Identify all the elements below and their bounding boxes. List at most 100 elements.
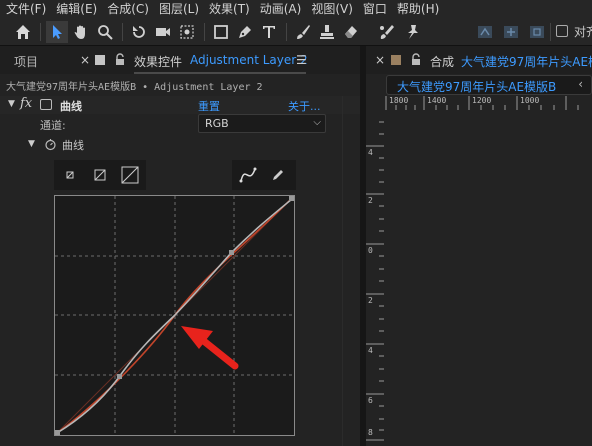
ruler-label: 6 [368, 396, 373, 405]
snapping-checkbox[interactable] [556, 25, 568, 37]
close-tab-icon[interactable]: × [80, 53, 90, 67]
menu-composition[interactable]: 合成(C) [101, 0, 153, 18]
pen-tool-icon[interactable] [234, 21, 256, 43]
curve-graph-size-tools [54, 160, 146, 190]
active-tab-indicator [134, 72, 306, 74]
curve-point[interactable] [289, 196, 294, 201]
rotate-tool-icon[interactable] [128, 21, 150, 43]
right-panel-tab-bar: × 合成 大气建党97周年片头AE模版B [366, 46, 592, 74]
breadcrumb: 大气建党97周年片头AE模版B • Adjustment Layer 2 [6, 82, 263, 93]
ruler-label: 2 [368, 196, 373, 205]
curve-point[interactable] [55, 430, 60, 435]
menu-file[interactable]: 文件(F) [0, 0, 50, 18]
text-tool-icon[interactable] [258, 21, 280, 43]
toolbar-separator [40, 23, 41, 41]
ruler-label: 2 [368, 296, 373, 305]
chevron-down-icon: ⌵ [313, 117, 321, 128]
channel-label: 通道: [40, 119, 66, 132]
curves-property-label: 曲线 [62, 139, 84, 152]
toolbar-separator [204, 23, 205, 41]
channel-value: RGB [205, 117, 229, 130]
menu-window[interactable]: 窗口 [357, 0, 391, 18]
small-graph-icon[interactable] [60, 165, 80, 185]
ruler-label: 1000 [520, 96, 540, 105]
composition-subtab-name: 大气建党97周年片头AE模版B [397, 80, 557, 94]
channel-dropdown[interactable]: RGB ⌵ [198, 114, 326, 133]
chevron-down-icon[interactable]: ▼ [8, 99, 15, 109]
bezier-curve-tool-icon[interactable] [238, 165, 258, 185]
toolbar: 对齐 [0, 18, 592, 46]
home-icon[interactable] [12, 21, 34, 43]
composition-panel: × 合成 大气建党97周年片头AE模版B 大气建党97周年片头AE模版B ‹ 1… [366, 46, 592, 446]
composition-color-icon [391, 55, 401, 65]
effect-name: 曲线 [60, 100, 82, 113]
roto-brush-tool-icon[interactable] [376, 21, 398, 43]
tab-effect-controls[interactable]: 效果控件 [134, 53, 182, 70]
menu-edit[interactable]: 编辑(E) [50, 0, 101, 18]
panel-color-icon [95, 55, 105, 65]
horizontal-ruler[interactable]: 1800 1400 1200 1000 [384, 96, 592, 110]
rectangle-tool-icon[interactable] [210, 21, 232, 43]
puppet-pin-tool-icon[interactable] [402, 21, 424, 43]
curve-point[interactable] [117, 374, 122, 379]
menu-effect[interactable]: 效果(T) [203, 0, 254, 18]
medium-graph-icon[interactable] [90, 165, 110, 185]
stopwatch-icon[interactable] [44, 137, 57, 151]
ruler-label: 8 [368, 428, 373, 437]
effect-header-row: ▼ fx 曲线 重置 关于... [0, 96, 360, 114]
ruler-label: 4 [368, 346, 373, 355]
ruler-label: 4 [368, 148, 373, 157]
menu-animation[interactable]: 动画(A) [254, 0, 306, 18]
left-panel-tab-bar: 项目 × 效果控件 Adjustment Layer 2 ☰ [0, 46, 360, 74]
brush-tool-icon[interactable] [292, 21, 314, 43]
menu-layer[interactable]: 图层(L) [153, 0, 203, 18]
curves-graph[interactable] [54, 195, 295, 436]
camera-tool-icon[interactable] [152, 21, 174, 43]
close-tab-icon[interactable]: × [375, 53, 385, 67]
pencil-tool-icon[interactable] [268, 165, 288, 185]
panel-menu-icon[interactable]: ☰ [296, 53, 307, 67]
curve-draw-tools [232, 160, 296, 190]
large-graph-icon[interactable] [120, 165, 140, 185]
toolbar-separator [122, 23, 123, 41]
chevron-left-icon[interactable]: ‹ [578, 77, 583, 91]
ruler-label: 1800 [389, 96, 409, 105]
selection-tool-icon[interactable] [46, 21, 68, 43]
vertical-ruler[interactable]: 4 2 0 2 4 6 8 [366, 110, 384, 446]
tab-composition-label[interactable]: 合成 [430, 53, 454, 70]
about-link[interactable]: 关于... [288, 98, 321, 114]
scrollbar-track[interactable] [342, 96, 343, 446]
effect-controls-panel: 项目 × 效果控件 Adjustment Layer 2 ☰ 大气建党97周年片… [0, 46, 360, 446]
composition-subtab[interactable]: 大气建党97周年片头AE模版B ‹ [386, 75, 592, 95]
ruler-label: 0 [368, 246, 373, 255]
lock-icon[interactable] [410, 53, 422, 66]
clone-stamp-tool-icon[interactable] [316, 21, 338, 43]
ruler-label: 1200 [472, 96, 492, 105]
curve-point[interactable] [229, 250, 234, 255]
reset-link[interactable]: 重置 [198, 98, 220, 114]
composition-viewer[interactable] [384, 110, 592, 446]
fx-toggle-icon[interactable]: fx [20, 96, 32, 111]
tab-project[interactable]: 项目 [14, 53, 38, 70]
red-arrow-annotation [181, 326, 239, 370]
tab-composition-name[interactable]: 大气建党97周年片头AE模版B [461, 53, 592, 70]
ruler-label: 1400 [427, 96, 447, 105]
tab-layer-name[interactable]: Adjustment Layer 2 [190, 53, 308, 67]
toolbar-separator [550, 23, 551, 41]
snapping-label: 对齐 [574, 25, 592, 39]
menu-view[interactable]: 视图(V) [305, 0, 357, 18]
effect-type-icon [40, 99, 52, 110]
pan-behind-tool-icon[interactable] [176, 21, 198, 43]
lock-icon[interactable] [114, 53, 126, 66]
menu-bar: 文件(F) 编辑(E) 合成(C) 图层(L) 效果(T) 动画(A) 视图(V… [0, 0, 592, 18]
toolbar-separator [286, 23, 287, 41]
eraser-tool-icon[interactable] [340, 21, 362, 43]
zoom-tool-icon[interactable] [94, 21, 116, 43]
curves-graph-canvas [55, 196, 294, 435]
world-axis-mode-icon[interactable] [500, 21, 522, 43]
hand-tool-icon[interactable] [70, 21, 92, 43]
menu-help[interactable]: 帮助(H) [391, 0, 443, 18]
chevron-down-icon[interactable]: ▼ [28, 139, 35, 149]
view-axis-mode-icon[interactable] [526, 21, 548, 43]
local-axis-mode-icon[interactable] [474, 21, 496, 43]
